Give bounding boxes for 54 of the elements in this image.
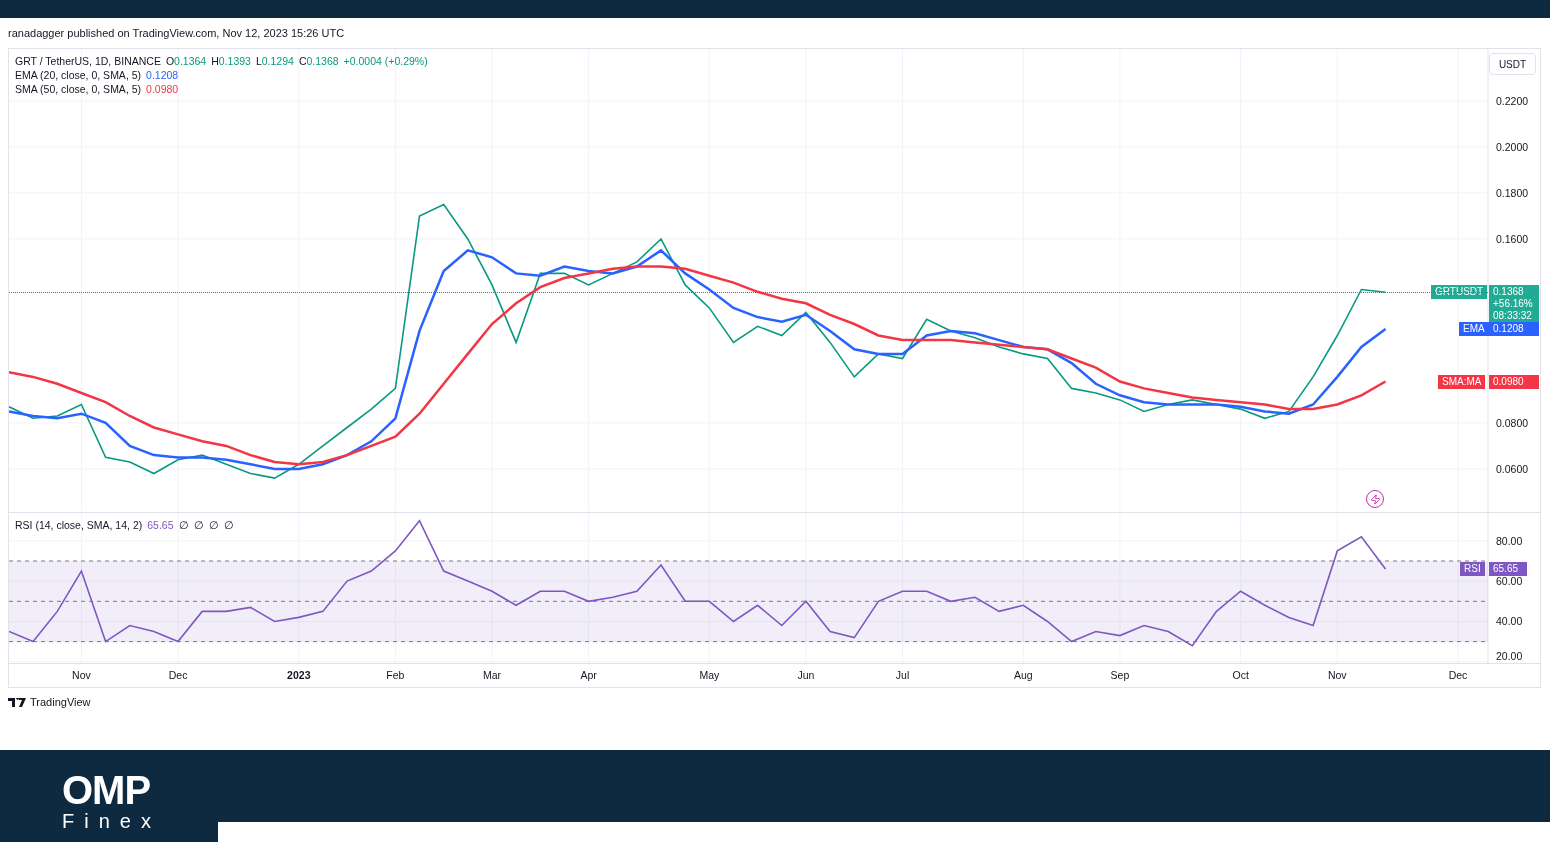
series-label: SMA:MA [1438,374,1486,389]
indicator-name: EMA (20, close, 0, SMA, 5) [15,69,142,81]
publisher-text: ranadagger published on TradingView.com, Nov 12, 2023 15:26 UTC [8,27,345,39]
time-axis-label: Oct [1232,669,1249,681]
axis-tick-label: 20.00 [1496,650,1523,662]
time-axis-label: Nov [1327,669,1347,681]
brand-subtitle: Finex [62,810,161,832]
time-axis-label: Nov [72,669,91,681]
time-axis-label: Mar [482,669,502,681]
ohlc-value: C0.1368 [298,55,339,67]
axis-tick-label: 60.00 [1496,575,1523,588]
symbol-title: GRT / TetherUS, 1D, BINANCE [15,55,161,67]
time-axis-label: Dec [168,669,188,681]
na-symbol: ∅ [193,519,204,531]
time-axis-label: Aug [1013,669,1033,681]
price-badge: 0.0980 [1489,374,1539,389]
indicator-value: 65.65 [147,519,174,531]
axis-tick-label: 0.0800 [1496,416,1529,429]
ohlc-value: H0.1393 [211,55,251,67]
indicator-name: RSI (14, close, SMA, 14, 2) [15,519,143,531]
price-change: +0.0004 (+0.29%) [343,55,428,67]
axis-tick-label: 0.1600 [1496,232,1529,245]
axis-tick-label: 0.2000 [1496,140,1529,153]
time-axis-label: May [699,669,720,681]
indicator-value: 0.0980 [146,83,179,95]
na-symbol: ∅ [223,519,234,531]
price-badge: 65.65 [1489,562,1527,577]
logo-text: TradingView [30,696,91,708]
indicator-value: 0.1208 [146,69,179,81]
price-badge: 0.1368 +56.16% 08:33:32 [1489,285,1539,324]
time-axis-label: Jun [797,669,815,681]
time-axis-label: Apr [580,669,597,681]
indicator-name: SMA (50, close, 0, SMA, 5) [15,83,142,95]
ohlc-value: L0.1294 [255,55,294,67]
axis-tick-label: 0.1800 [1496,186,1529,199]
ohlc-value: O0.1364 [165,55,207,67]
series-label: RSI [1460,562,1485,577]
time-axis-label: Jul [895,669,910,681]
axis-tick-label: 0.2200 [1496,94,1529,107]
axis-tick-label: 80.00 [1496,534,1523,547]
axis-tick-label: 0.0600 [1496,462,1529,475]
brand-name: OMP [62,770,152,810]
na-symbol: ∅ [178,519,189,531]
price-badge: 0.1208 [1489,322,1539,337]
axis-tick-label: 40.00 [1496,615,1523,628]
series-label: GRTUSDT [1431,285,1488,300]
logo-icon [8,697,26,707]
na-symbol: ∅ [208,519,219,531]
time-axis-label: Sep [1110,669,1130,681]
time-axis-label: Dec [1448,669,1468,681]
time-axis-label: Feb [386,669,405,681]
currency-button[interactable]: USDT [1489,53,1536,75]
time-axis-label: 2023 [287,669,311,681]
series-label: EMA [1459,322,1489,337]
